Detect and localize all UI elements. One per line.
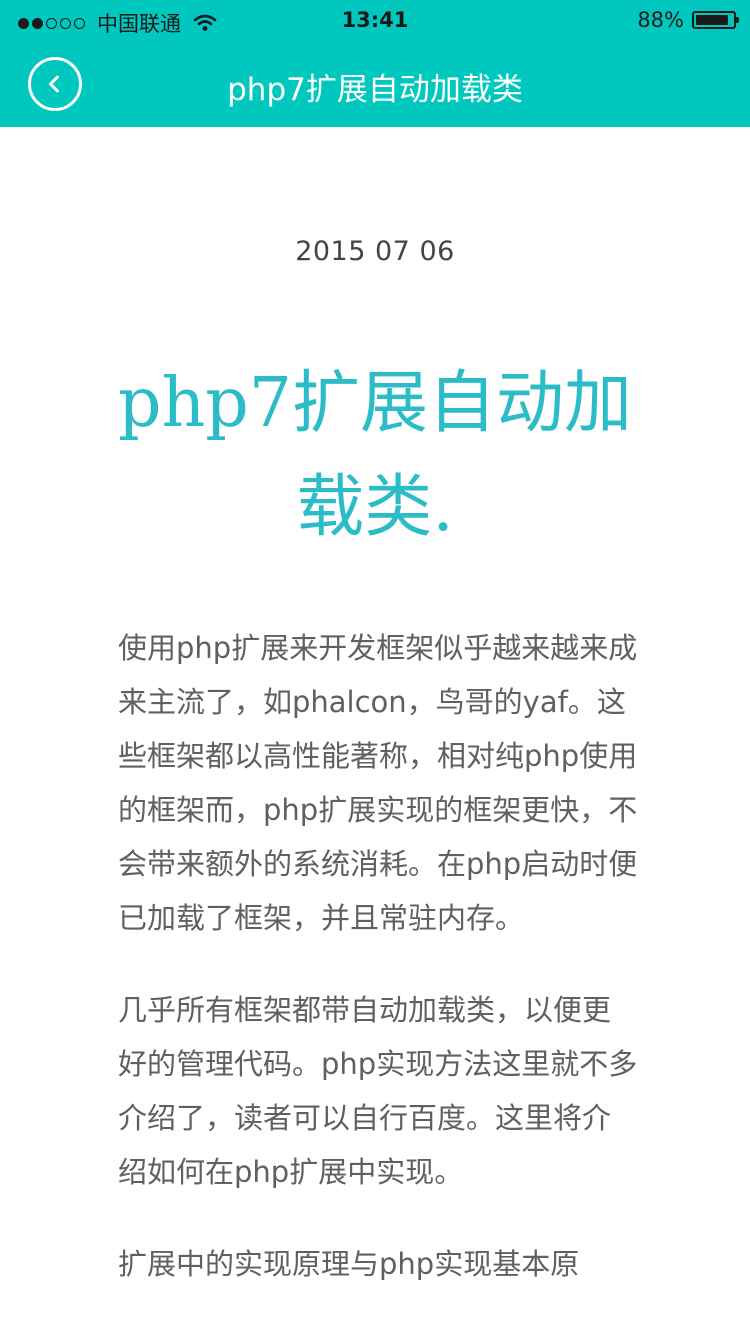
status-right: 88% <box>637 8 739 32</box>
nav-title: php7扩展自动加载类 <box>227 72 523 108</box>
battery-icon <box>692 11 739 29</box>
article-paragraph: 使用php扩展来开发框架似乎越来越来成来主流了，如phalcon，鸟哥的yaf。… <box>118 631 638 935</box>
article-date: 2015 07 06 <box>295 236 455 267</box>
article-paragraph: 扩展中的实现原理与php实现基本原 <box>118 1247 580 1281</box>
status-bar: 中国联通 13:41 88% <box>0 0 750 42</box>
battery-fill <box>696 15 728 25</box>
battery-percent: 88% <box>637 8 684 32</box>
article-paragraph: 几乎所有框架都带自动加载类，以便更好的管理代码。php实现方法这里就不多介绍了，… <box>118 993 638 1189</box>
top-bar: 中国联通 13:41 88% php7扩展自动加载类 <box>0 0 750 127</box>
navigation-bar: php7扩展自动加载类 <box>0 42 750 127</box>
article-body: 使用php扩展来开发框架似乎越来越来成来主流了，如phalcon，鸟哥的yaf。… <box>118 621 638 1329</box>
article-title: php7扩展自动加载类. <box>117 364 633 547</box>
